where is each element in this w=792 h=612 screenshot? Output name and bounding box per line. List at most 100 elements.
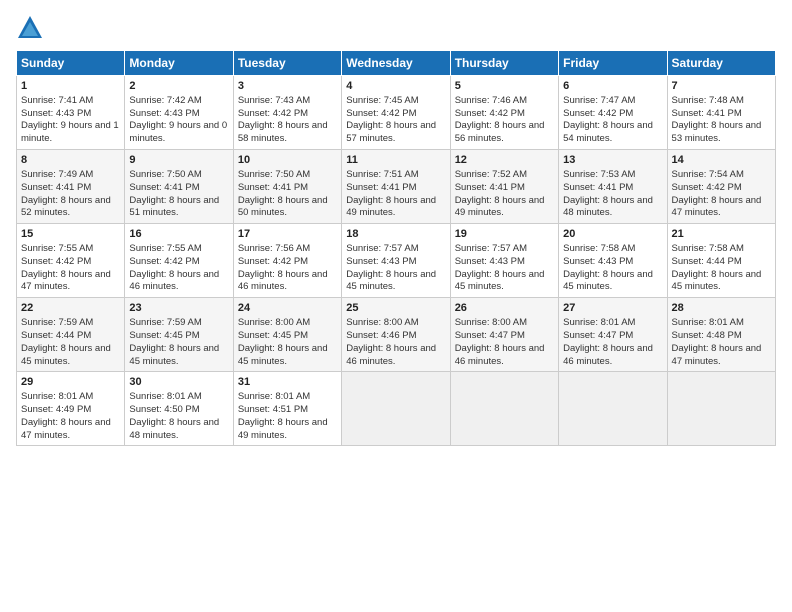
daylight: Daylight: 9 hours and 0 minutes.	[129, 120, 227, 144]
daylight: Daylight: 8 hours and 49 minutes.	[238, 417, 328, 441]
daylight: Daylight: 8 hours and 46 minutes.	[346, 343, 436, 367]
sunrise: Sunrise: 7:55 AM	[21, 243, 93, 254]
daylight: Daylight: 8 hours and 46 minutes.	[129, 269, 219, 293]
sunrise: Sunrise: 7:48 AM	[672, 95, 744, 106]
sunset: Sunset: 4:45 PM	[238, 330, 308, 341]
day-cell: 26Sunrise: 8:00 AMSunset: 4:47 PMDayligh…	[450, 298, 558, 372]
sunrise: Sunrise: 7:54 AM	[672, 169, 744, 180]
sunrise: Sunrise: 8:01 AM	[21, 391, 93, 402]
day-cell: 9Sunrise: 7:50 AMSunset: 4:41 PMDaylight…	[125, 150, 233, 224]
daylight: Daylight: 9 hours and 1 minute.	[21, 120, 119, 144]
daylight: Daylight: 8 hours and 49 minutes.	[455, 195, 545, 219]
sunrise: Sunrise: 7:57 AM	[346, 243, 418, 254]
sunset: Sunset: 4:43 PM	[455, 256, 525, 267]
sunrise: Sunrise: 8:00 AM	[455, 317, 527, 328]
sunrise: Sunrise: 8:01 AM	[563, 317, 635, 328]
daylight: Daylight: 8 hours and 48 minutes.	[129, 417, 219, 441]
page: SundayMondayTuesdayWednesdayThursdayFrid…	[0, 0, 792, 612]
daylight: Daylight: 8 hours and 45 minutes.	[129, 343, 219, 367]
sunset: Sunset: 4:41 PM	[346, 182, 416, 193]
sunset: Sunset: 4:47 PM	[455, 330, 525, 341]
sunrise: Sunrise: 8:01 AM	[129, 391, 201, 402]
daylight: Daylight: 8 hours and 51 minutes.	[129, 195, 219, 219]
day-cell	[342, 372, 450, 446]
sunset: Sunset: 4:42 PM	[238, 108, 308, 119]
day-cell: 11Sunrise: 7:51 AMSunset: 4:41 PMDayligh…	[342, 150, 450, 224]
col-header-tuesday: Tuesday	[233, 51, 341, 76]
sunrise: Sunrise: 7:57 AM	[455, 243, 527, 254]
daylight: Daylight: 8 hours and 47 minutes.	[672, 343, 762, 367]
day-number: 18	[346, 227, 445, 242]
day-number: 9	[129, 153, 228, 168]
day-cell: 14Sunrise: 7:54 AMSunset: 4:42 PMDayligh…	[667, 150, 775, 224]
day-number: 28	[672, 301, 771, 316]
day-cell: 22Sunrise: 7:59 AMSunset: 4:44 PMDayligh…	[17, 298, 125, 372]
sunrise: Sunrise: 7:55 AM	[129, 243, 201, 254]
sunset: Sunset: 4:50 PM	[129, 404, 199, 415]
day-cell: 25Sunrise: 8:00 AMSunset: 4:46 PMDayligh…	[342, 298, 450, 372]
sunrise: Sunrise: 7:49 AM	[21, 169, 93, 180]
day-cell: 24Sunrise: 8:00 AMSunset: 4:45 PMDayligh…	[233, 298, 341, 372]
sunset: Sunset: 4:41 PM	[672, 108, 742, 119]
sunrise: Sunrise: 8:01 AM	[238, 391, 310, 402]
sunrise: Sunrise: 7:53 AM	[563, 169, 635, 180]
daylight: Daylight: 8 hours and 56 minutes.	[455, 120, 545, 144]
daylight: Daylight: 8 hours and 45 minutes.	[21, 343, 111, 367]
daylight: Daylight: 8 hours and 47 minutes.	[21, 269, 111, 293]
sunset: Sunset: 4:44 PM	[21, 330, 91, 341]
day-number: 20	[563, 227, 662, 242]
logo	[16, 14, 46, 42]
day-number: 16	[129, 227, 228, 242]
day-cell: 28Sunrise: 8:01 AMSunset: 4:48 PMDayligh…	[667, 298, 775, 372]
sunset: Sunset: 4:45 PM	[129, 330, 199, 341]
sunrise: Sunrise: 7:41 AM	[21, 95, 93, 106]
col-header-friday: Friday	[559, 51, 667, 76]
day-number: 30	[129, 375, 228, 390]
day-cell: 29Sunrise: 8:01 AMSunset: 4:49 PMDayligh…	[17, 372, 125, 446]
day-number: 1	[21, 79, 120, 94]
sunset: Sunset: 4:43 PM	[563, 256, 633, 267]
daylight: Daylight: 8 hours and 46 minutes.	[455, 343, 545, 367]
week-row-2: 8Sunrise: 7:49 AMSunset: 4:41 PMDaylight…	[17, 150, 776, 224]
daylight: Daylight: 8 hours and 46 minutes.	[563, 343, 653, 367]
day-cell: 23Sunrise: 7:59 AMSunset: 4:45 PMDayligh…	[125, 298, 233, 372]
sunrise: Sunrise: 7:47 AM	[563, 95, 635, 106]
sunrise: Sunrise: 7:46 AM	[455, 95, 527, 106]
sunset: Sunset: 4:42 PM	[346, 108, 416, 119]
day-cell: 13Sunrise: 7:53 AMSunset: 4:41 PMDayligh…	[559, 150, 667, 224]
day-cell: 12Sunrise: 7:52 AMSunset: 4:41 PMDayligh…	[450, 150, 558, 224]
sunrise: Sunrise: 7:43 AM	[238, 95, 310, 106]
calendar-table: SundayMondayTuesdayWednesdayThursdayFrid…	[16, 50, 776, 446]
sunset: Sunset: 4:41 PM	[563, 182, 633, 193]
day-cell: 5Sunrise: 7:46 AMSunset: 4:42 PMDaylight…	[450, 76, 558, 150]
day-number: 25	[346, 301, 445, 316]
sunset: Sunset: 4:42 PM	[455, 108, 525, 119]
day-cell: 18Sunrise: 7:57 AMSunset: 4:43 PMDayligh…	[342, 224, 450, 298]
day-number: 3	[238, 79, 337, 94]
day-cell: 4Sunrise: 7:45 AMSunset: 4:42 PMDaylight…	[342, 76, 450, 150]
sunrise: Sunrise: 7:59 AM	[129, 317, 201, 328]
day-number: 29	[21, 375, 120, 390]
day-number: 27	[563, 301, 662, 316]
day-number: 12	[455, 153, 554, 168]
sunrise: Sunrise: 7:45 AM	[346, 95, 418, 106]
sunrise: Sunrise: 7:58 AM	[672, 243, 744, 254]
day-cell: 6Sunrise: 7:47 AMSunset: 4:42 PMDaylight…	[559, 76, 667, 150]
logo-icon	[16, 14, 44, 42]
day-cell: 8Sunrise: 7:49 AMSunset: 4:41 PMDaylight…	[17, 150, 125, 224]
daylight: Daylight: 8 hours and 50 minutes.	[238, 195, 328, 219]
sunrise: Sunrise: 7:50 AM	[238, 169, 310, 180]
sunrise: Sunrise: 8:01 AM	[672, 317, 744, 328]
col-header-thursday: Thursday	[450, 51, 558, 76]
day-number: 19	[455, 227, 554, 242]
col-header-sunday: Sunday	[17, 51, 125, 76]
day-number: 17	[238, 227, 337, 242]
daylight: Daylight: 8 hours and 45 minutes.	[672, 269, 762, 293]
daylight: Daylight: 8 hours and 58 minutes.	[238, 120, 328, 144]
sunset: Sunset: 4:42 PM	[563, 108, 633, 119]
sunrise: Sunrise: 7:56 AM	[238, 243, 310, 254]
sunset: Sunset: 4:42 PM	[672, 182, 742, 193]
daylight: Daylight: 8 hours and 46 minutes.	[238, 269, 328, 293]
day-cell: 17Sunrise: 7:56 AMSunset: 4:42 PMDayligh…	[233, 224, 341, 298]
day-cell: 15Sunrise: 7:55 AMSunset: 4:42 PMDayligh…	[17, 224, 125, 298]
